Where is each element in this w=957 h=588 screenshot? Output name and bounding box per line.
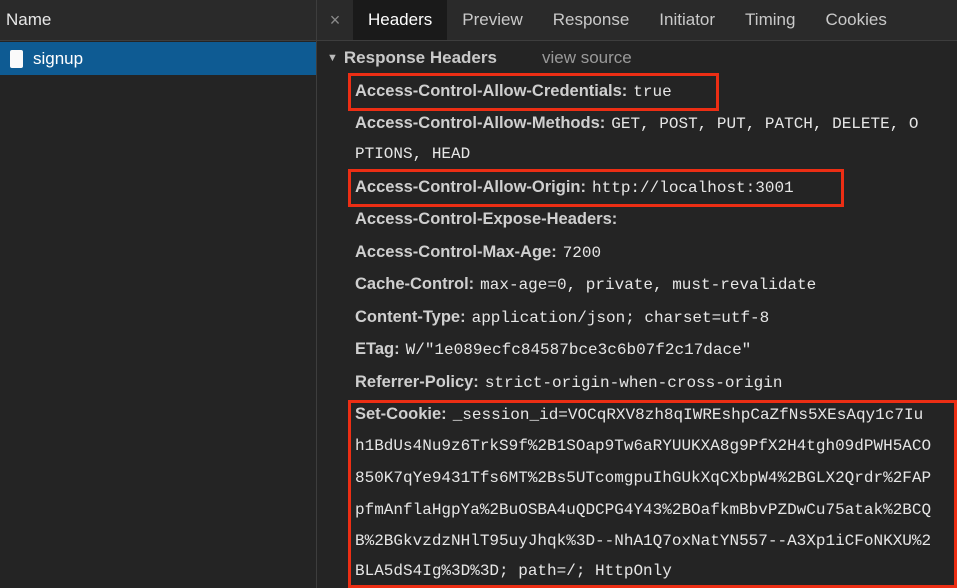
tab-headers[interactable]: Headers (353, 0, 448, 40)
request-row-signup[interactable]: signup (0, 42, 316, 75)
highlight-box-set-cookie (348, 400, 957, 588)
header-value: strict-origin-when-cross-origin (484, 374, 783, 392)
header-value: W/"1e089ecfc84587bce3c6b07f2c17dace" (405, 341, 752, 359)
request-details-panel: × Headers Preview Response Initiator Tim… (317, 0, 957, 588)
header-value: GET, POST, PUT, PATCH, DELETE, O (611, 115, 919, 133)
header-row: Cache-Control: max-age=0, private, must-r… (355, 275, 955, 294)
header-value: 7200 (562, 244, 602, 262)
header-row: Content-Type: application/json; charset=u… (355, 308, 955, 327)
header-value: application/json; charset=utf-8 (471, 309, 770, 327)
header-row: Access-Control-Expose-Headers: (355, 210, 955, 229)
view-source-link[interactable]: view source (542, 48, 632, 68)
header-row: Referrer-Policy: strict-origin-when-cross… (355, 373, 955, 392)
tab-response[interactable]: Response (538, 0, 645, 40)
highlight-box-origin (348, 169, 844, 207)
expand-triangle-icon[interactable]: ▼ (327, 52, 338, 64)
header-value: max-age=0, private, must-revalidate (480, 276, 817, 294)
header-row: ETag: W/"1e089ecfc84587bce3c6b07f2c17dace… (355, 340, 955, 359)
tab-timing[interactable]: Timing (730, 0, 810, 40)
name-column-header[interactable]: Name (0, 0, 316, 41)
header-name: Access-Control-Expose-Headers: (355, 210, 618, 228)
tab-preview[interactable]: Preview (447, 0, 537, 40)
header-name: Access-Control-Allow-Methods: (355, 114, 606, 132)
highlight-box-credentials (348, 73, 719, 111)
tab-initiator[interactable]: Initiator (644, 0, 730, 40)
header-value-continuation: PTIONS, HEAD (355, 145, 471, 163)
header-name: ETag: (355, 340, 400, 358)
close-icon[interactable]: × (317, 0, 353, 40)
header-name: Access-Control-Max-Age: (355, 243, 557, 261)
request-list-panel: Name signup (0, 0, 317, 588)
tab-cookies[interactable]: Cookies (810, 0, 901, 40)
section-title: Response Headers (343, 48, 497, 67)
response-headers-section[interactable]: ▼ Response Headers view source (317, 41, 957, 75)
request-name: signup (33, 48, 84, 68)
header-row: Access-Control-Allow-Methods: GET, POST, … (355, 114, 955, 133)
header-row: Access-Control-Max-Age: 7200 (355, 243, 955, 262)
header-name: Referrer-Policy: (355, 373, 479, 391)
document-icon (10, 49, 23, 68)
header-name: Cache-Control: (355, 275, 475, 293)
header-name: Content-Type: (355, 308, 466, 326)
details-tabbar: × Headers Preview Response Initiator Tim… (317, 0, 957, 41)
